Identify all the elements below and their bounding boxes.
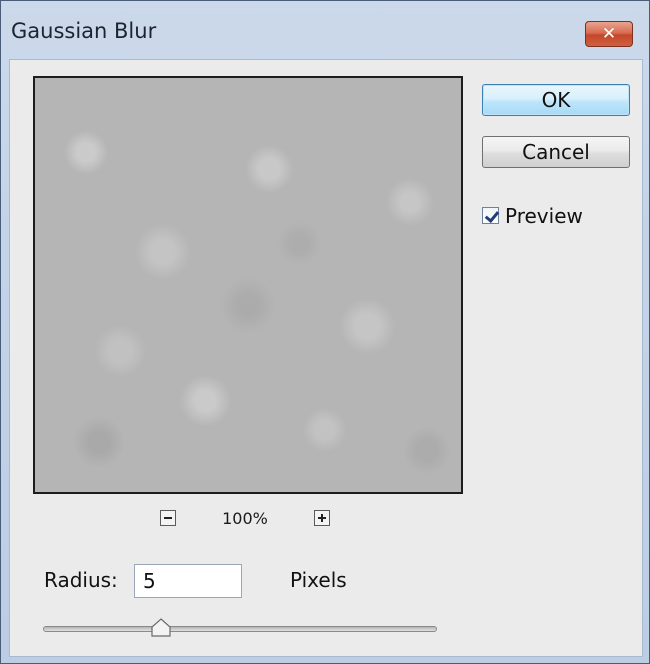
- zoom-in-button[interactable]: [314, 510, 330, 526]
- dialog-title: Gaussian Blur: [11, 19, 157, 43]
- radius-slider-track[interactable]: [43, 626, 437, 632]
- zoom-level: 100%: [222, 509, 268, 528]
- preview-label[interactable]: Preview: [505, 204, 583, 228]
- gaussian-blur-dialog: Gaussian Blur ✕ 100% OK Cancel Preview R…: [0, 0, 650, 664]
- pixels-unit-label: Pixels: [290, 568, 347, 592]
- preview-image[interactable]: [33, 76, 463, 494]
- ok-button[interactable]: OK: [482, 84, 630, 116]
- close-button[interactable]: ✕: [585, 21, 633, 47]
- minus-icon: [164, 517, 172, 519]
- radius-input[interactable]: [134, 564, 242, 598]
- radius-label: Radius:: [44, 568, 118, 592]
- title-bar[interactable]: Gaussian Blur ✕: [1, 1, 649, 61]
- preview-checkbox[interactable]: [482, 207, 500, 224]
- radius-slider-thumb[interactable]: [150, 618, 172, 638]
- checkmark-icon: [484, 207, 500, 224]
- dialog-body: 100% OK Cancel Preview Radius: Pixels: [9, 59, 643, 657]
- cancel-button[interactable]: Cancel: [482, 136, 630, 168]
- close-icon: ✕: [601, 24, 617, 44]
- zoom-out-button[interactable]: [160, 510, 176, 526]
